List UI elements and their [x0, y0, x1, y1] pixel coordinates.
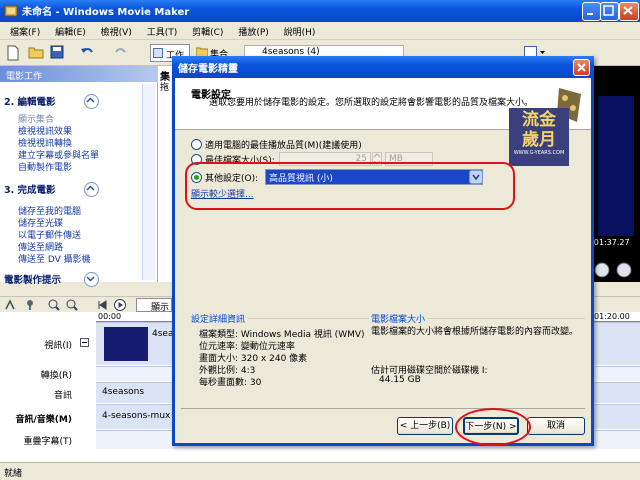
video-clip-label: 4sea: [152, 329, 174, 339]
open-project-icon[interactable]: [28, 45, 44, 59]
dialog-divider: [181, 408, 585, 409]
dialog-description: 選取您要用於儲存電影的設定。您所選取的設定將會影響電影的品質及檔案大小。: [209, 98, 534, 108]
music-clip-label[interactable]: 4-seasons-mux: [102, 411, 170, 421]
track-label-audio: 音訊: [53, 391, 72, 401]
show-storyboard-button[interactable]: 顯示: [136, 298, 172, 313]
audio-clip-label[interactable]: 4seasons: [102, 387, 144, 397]
menu-bar: 檔案(F) 編輯(E) 檢視(V) 工具(T) 剪輯(C) 播放(P) 說明(H…: [0, 22, 640, 40]
file-size-group: 電影檔案大小 電影檔案的大小將會根據所儲存電影的內容而改變。 估計可用磁碟空間於…: [371, 312, 585, 385]
split-clip-icon[interactable]: [594, 262, 610, 278]
disk-space-value: 44.15 GB: [379, 375, 421, 385]
task-automovie[interactable]: 自動製作電影: [18, 160, 72, 173]
menu-clip[interactable]: 剪輯(C): [186, 22, 229, 38]
cancel-button[interactable]: 取消: [527, 417, 585, 435]
ruler-end: 01:20.00: [594, 312, 630, 321]
menu-edit[interactable]: 編輯(E): [49, 22, 92, 38]
minimize-icon[interactable]: [582, 2, 601, 21]
dialog-title: 儲存電影精靈: [172, 56, 594, 78]
status-text: 就緒: [4, 469, 23, 479]
site-watermark-logo: 流金 歲月 WWW.G-YEARS.COM: [509, 108, 569, 166]
filesize-title: 電影檔案大小: [371, 312, 429, 325]
details-title: 設定詳細資訊: [191, 312, 249, 325]
expand-icon[interactable]: [84, 272, 99, 287]
highlight-circle-next: [455, 408, 531, 446]
menu-file[interactable]: 檔案(F): [4, 22, 46, 38]
play-icon[interactable]: [114, 299, 126, 311]
collapse-icon[interactable]: [84, 94, 99, 109]
window-title-bar: 未命名 - Windows Movie Maker: [0, 0, 640, 22]
watermark-site: WWW.G-YEARS.COM: [513, 150, 565, 156]
back-button[interactable]: < 上一步(B): [397, 417, 453, 435]
expand-track-icon[interactable]: [80, 338, 89, 347]
radio-best-quality[interactable]: [191, 139, 202, 150]
task-pane-scrollbar[interactable]: [142, 84, 156, 280]
details-fps: 每秒畫面數: 30: [199, 378, 262, 388]
track-label-title-overlay: 重疊字幕(T): [23, 437, 72, 447]
preview-monitor: 0:01:37.27: [586, 66, 640, 282]
highlight-circle-settings: [185, 162, 515, 210]
section-finish-movie[interactable]: 3. 完成電影: [4, 182, 56, 196]
menu-tools[interactable]: 工具(T): [141, 22, 184, 38]
track-label-music: 音訊/音樂(M): [15, 415, 72, 425]
zoom-out-icon[interactable]: [66, 299, 78, 311]
close-icon[interactable]: [573, 59, 590, 76]
set-audio-levels-icon[interactable]: [4, 299, 16, 311]
app-icon: [4, 4, 18, 18]
track-label-transition: 轉換(R): [40, 371, 72, 381]
section-movie-tips[interactable]: 電影製作提示: [4, 272, 61, 286]
menu-play[interactable]: 播放(P): [232, 22, 274, 38]
label-best-quality[interactable]: 適用電腦的最佳播放品質(M)(建議使用): [205, 138, 362, 151]
task-pane-header: 電影工作: [0, 66, 158, 82]
redo-icon[interactable]: [114, 46, 128, 58]
new-project-icon[interactable]: [6, 45, 20, 61]
close-icon[interactable]: [619, 2, 639, 21]
task-send-dv-camera[interactable]: 傳送至 DV 攝影機: [18, 252, 91, 265]
zoom-in-icon[interactable]: [48, 299, 60, 311]
section-edit-movie[interactable]: 2. 編輯電影: [4, 94, 56, 108]
task-pane: 電影工作 2. 編輯電影 顯示集合 檢視視訊效果 檢視視訊轉換 建立字幕或參與名…: [0, 66, 158, 287]
watermark-line1: 流金: [522, 110, 556, 130]
settings-details-group: 設定詳細資訊 檔案類型: Windows Media 視訊 (WMV) 位元速率…: [191, 312, 369, 388]
preview-video: [598, 96, 634, 236]
collapse-icon[interactable]: [84, 182, 99, 197]
snapshot-icon[interactable]: [616, 262, 632, 278]
maximize-icon[interactable]: [600, 2, 619, 21]
watermark-line2: 歲月: [522, 130, 556, 150]
menu-view[interactable]: 檢視(V): [95, 22, 138, 38]
rewind-icon[interactable]: [96, 299, 108, 311]
video-clip-thumbnail[interactable]: [104, 327, 148, 361]
track-label-video: 視訊(I): [44, 341, 72, 351]
undo-icon[interactable]: [80, 46, 94, 58]
save-icon[interactable]: [50, 45, 64, 59]
filesize-description: 電影檔案的大小將會根據所儲存電影的內容而改變。: [371, 327, 579, 337]
status-bar: 就緒: [0, 462, 640, 480]
menu-help[interactable]: 說明(H): [278, 22, 322, 38]
narrate-icon[interactable]: [24, 299, 36, 311]
collection-hint: 拖: [160, 83, 170, 93]
tasks-icon: [153, 48, 163, 58]
ruler-start: 00:00: [98, 312, 122, 321]
save-movie-wizard-dialog: 儲存電影精靈 電影設定 選取您要用於儲存電影的設定。您所選取的設定將會影響電影的…: [172, 56, 594, 446]
window-title: 未命名 - Windows Movie Maker: [22, 7, 190, 18]
